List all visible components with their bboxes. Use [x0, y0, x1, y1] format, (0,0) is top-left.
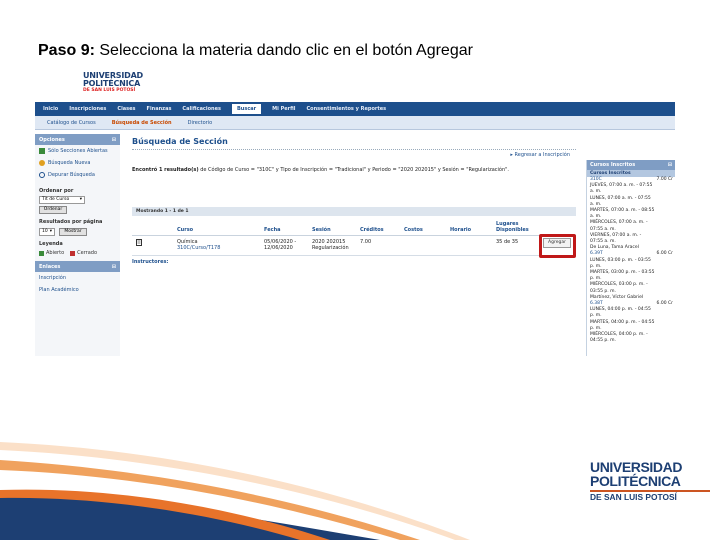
legend-open-label: Abierto: [46, 250, 65, 256]
legend-closed-label: Cerrado: [77, 250, 98, 256]
refresh-icon: [39, 160, 45, 166]
session-type: Regularización: [312, 245, 349, 251]
logo-bottom-line2: POLITÉCNICA: [590, 473, 681, 489]
link-open-sections-label: Sólo Secciones Abiertas: [48, 148, 108, 154]
link-new-search[interactable]: Búsqueda Nueva: [35, 157, 120, 169]
col-sesion: Sesión: [312, 227, 331, 233]
result-message: Encontró 1 resultado(s) de Código de Cur…: [132, 167, 509, 173]
order-button[interactable]: Ordenar: [39, 206, 67, 214]
enrolled-header: Cursos Inscritos ⊟: [587, 160, 675, 170]
nav-finanzas[interactable]: Finanzas: [147, 106, 172, 112]
return-link[interactable]: ▸ Regresar a Inscripción: [510, 152, 570, 158]
slide-title-text: Selecciona la materia dando clic en el b…: [94, 42, 473, 59]
enrolled-line-text: 04:55 p. m.: [590, 338, 616, 344]
main-content: Búsqueda de Sección ▸ Regresar a Inscrip…: [132, 134, 576, 356]
enrolled-courses-panel: Cursos Inscritos ⊟ Cursos Inscritos 310C…: [586, 160, 675, 356]
date-end: 12/06/2020: [264, 245, 293, 251]
col-lugares: Lugares Disponibles: [496, 221, 529, 233]
list-icon: [39, 148, 45, 154]
page-title: Búsqueda de Sección: [132, 134, 576, 150]
order-select-value: Tít de Curso: [42, 197, 70, 202]
course-code-link[interactable]: 310C/Curso/T178: [177, 245, 220, 251]
col-curso: Curso: [177, 227, 194, 233]
link-open-sections[interactable]: Sólo Secciones Abiertas: [35, 145, 120, 157]
nav-consentimientos[interactable]: Consentimientos y Reportes: [307, 106, 387, 112]
showing-bar: Mostrando 1 - 1 de 1: [132, 207, 576, 216]
cell-lugares: 35 de 35: [496, 239, 519, 245]
instructors-label: Instructores:: [132, 259, 169, 265]
subnav-directorio[interactable]: Directorio: [188, 120, 213, 126]
links-panel-header: Enlaces ⊟: [35, 261, 120, 272]
nav-inicio[interactable]: Inicio: [43, 106, 58, 112]
enrolled-title: Cursos Inscritos: [590, 162, 636, 168]
sub-navbar: Catálogo de Cursos Búsqueda de Sección D…: [35, 116, 675, 130]
col-costos: Costos: [404, 227, 423, 233]
table-header: Curso Fecha Sesión Créditos Costos Horar…: [132, 220, 576, 236]
link-refine-search[interactable]: Depurar Búsqueda: [35, 169, 120, 181]
cell-creditos: 7.00: [360, 239, 372, 245]
options-title: Opciones: [39, 136, 65, 143]
enrolled-credits: 6.00 Cr: [656, 251, 673, 257]
nav-clases[interactable]: Clases: [117, 106, 135, 112]
order-label: Ordenar por: [39, 188, 74, 194]
order-select[interactable]: Tít de Curso ▾: [39, 196, 85, 204]
enrolled-credits: 6.00 Cr: [656, 301, 673, 307]
logo-bottom-line1: UNIVERSIDAD: [590, 459, 683, 475]
nav-calificaciones[interactable]: Calificaciones: [182, 106, 221, 112]
nav-mi-perfil[interactable]: Mi Perfil: [272, 106, 295, 112]
slide-title: Paso 9: Selecciona la materia dando clic…: [38, 42, 473, 60]
show-button[interactable]: Mostrar: [59, 228, 87, 236]
link-refine-search-label: Depurar Búsqueda: [48, 172, 95, 178]
legend-label: Leyenda: [39, 241, 63, 247]
col-fecha: Fecha: [264, 227, 281, 233]
university-logo-bottom: UNIVERSIDAD POLITÉCNICA DE SAN LUIS POTO…: [590, 460, 710, 508]
enrolled-subheader: Cursos Inscritos: [587, 170, 675, 177]
table-row: Química 310C/Curso/T178 05/06/2020 - 12/…: [132, 234, 576, 258]
chevron-down-icon: ▾: [49, 229, 52, 234]
return-link-label: Regresar a Inscripción: [514, 152, 570, 158]
nav-buscar[interactable]: Buscar: [231, 104, 262, 114]
per-page-value: 10: [42, 229, 48, 234]
logo-line2: POLITÉCNICA: [83, 79, 141, 88]
logo-bottom-line3: DE SAN LUIS POTOSÍ: [590, 490, 710, 503]
link-inscripcion[interactable]: Inscripción: [35, 272, 120, 284]
highlight-box: [539, 234, 576, 258]
link-plan-academico[interactable]: Plan Académico: [35, 284, 120, 296]
university-logo: UNIVERSIDAD POLITÉCNICA DE SAN LUIS POTO…: [83, 72, 173, 100]
cell-fecha: 05/06/2020 - 12/06/2020: [264, 239, 296, 251]
result-criteria: de Código de Curso = "310C" y Tipo de In…: [198, 167, 510, 173]
legend: Abierto Cerrado: [35, 248, 120, 258]
col-horario: Horario: [450, 227, 472, 233]
browser-screenshot: UNIVERSIDAD POLITÉCNICA DE SAN LUIS POTO…: [35, 70, 675, 356]
search-icon: [39, 172, 45, 178]
nav-inscripciones[interactable]: Inscripciones: [69, 106, 106, 112]
main-navbar: Inicio Inscripciones Clases Finanzas Cal…: [35, 102, 675, 116]
cell-curso: Química 310C/Curso/T178: [177, 239, 220, 251]
book-icon: [136, 239, 142, 248]
link-new-search-label: Búsqueda Nueva: [48, 160, 91, 166]
per-page-label: Resultados por página: [39, 219, 103, 225]
closed-icon: [70, 250, 76, 256]
sidebar: Opciones ⊟ Sólo Secciones Abiertas Búsqu…: [35, 134, 120, 356]
slide-title-step: Paso 9:: [38, 42, 95, 59]
per-page-select[interactable]: 10 ▾: [39, 228, 55, 236]
open-icon: [39, 250, 44, 256]
enrolled-credits: 7.00 Cr: [656, 177, 673, 182]
collapse-icon[interactable]: ⊟: [112, 137, 116, 143]
subnav-busqueda-seccion[interactable]: Búsqueda de Sección: [112, 120, 172, 126]
enrolled-list: 310C 7.00 Cr JUEVES, 07:00 a. m. - 07:55 a.…: [587, 177, 675, 344]
chevron-down-icon: ▾: [79, 197, 82, 202]
collapse-icon[interactable]: ⊟: [112, 264, 116, 270]
cell-sesion: 2020 202015 Regularización: [312, 239, 349, 251]
links-title: Enlaces: [39, 263, 61, 270]
collapse-icon[interactable]: ⊟: [668, 160, 672, 170]
subnav-catalogo[interactable]: Catálogo de Cursos: [47, 120, 96, 126]
col-creditos: Créditos: [360, 227, 384, 233]
logo-line3: DE SAN LUIS POTOSÍ: [83, 88, 136, 93]
results-table: Curso Fecha Sesión Créditos Costos Horar…: [132, 220, 576, 265]
result-count: Encontró 1 resultado(s): [132, 167, 199, 173]
enrolled-line: 04:55 p. m.: [587, 338, 675, 344]
options-panel-header: Opciones ⊟: [35, 134, 120, 145]
